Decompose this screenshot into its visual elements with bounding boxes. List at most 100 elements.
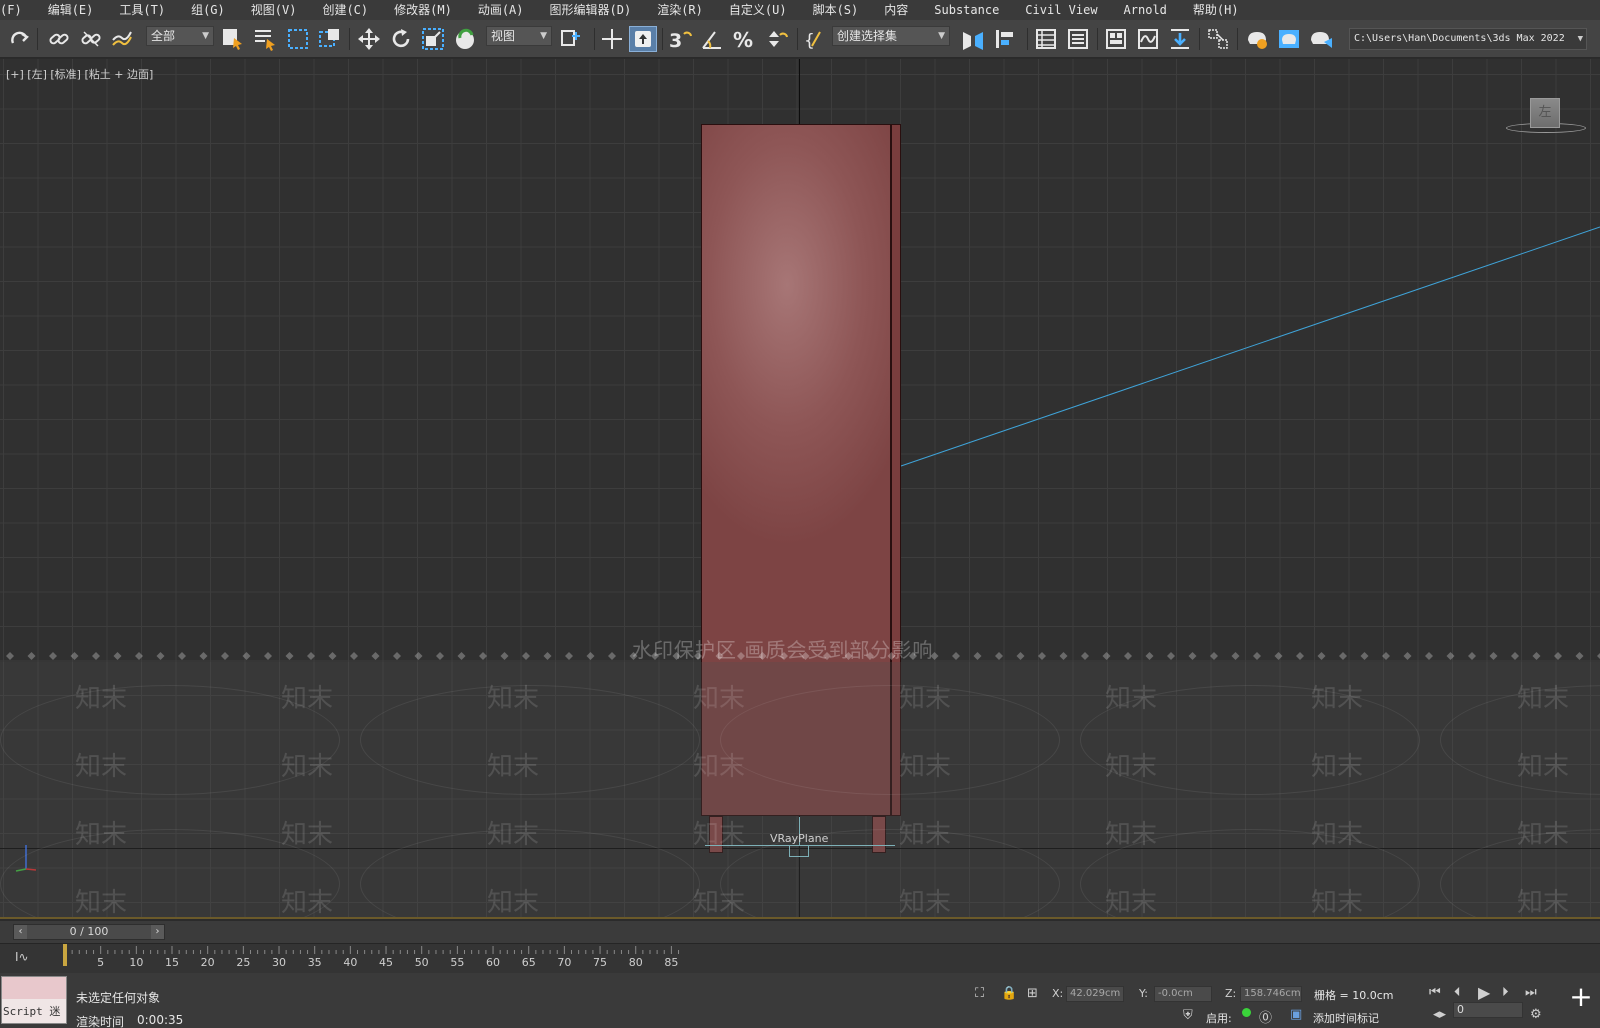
play-icon[interactable]: ▶	[1478, 983, 1490, 1002]
status-bar: Script 迷 未选定任何对象 渲染时间 0:00:35 ⛶ 🔒 ⊞ X: 4…	[0, 973, 1600, 1028]
select-by-name-icon[interactable]	[252, 26, 278, 52]
menu-item[interactable]: 组(G)	[178, 0, 238, 20]
snaps-toggle-icon[interactable]: 3	[667, 26, 693, 52]
toggle-layer-manager-icon[interactable]	[1065, 26, 1091, 52]
scale-icon[interactable]	[420, 26, 446, 52]
watermark-brand: 知末	[693, 820, 746, 850]
rectangular-selection-icon[interactable]	[285, 26, 311, 52]
menu-item[interactable]: Substance	[921, 0, 1012, 20]
spinner-snap-icon[interactable]	[763, 26, 789, 52]
mirror-icon[interactable]	[960, 26, 986, 52]
menu-item[interactable]: Arnold	[1111, 0, 1180, 20]
ruler-label: 65	[522, 956, 536, 969]
reference-coordinate-dropdown[interactable]: 视图 ▼	[486, 26, 552, 46]
current-frame-field[interactable]: 0	[1453, 1002, 1523, 1018]
select-object-icon[interactable]	[220, 26, 246, 52]
watermark-ellipse	[360, 685, 700, 795]
menu-item[interactable]: 图形编辑器(D)	[537, 0, 645, 20]
watermark-ellipse	[720, 685, 1060, 795]
y-coord-label: Y:	[1139, 987, 1148, 1000]
menu-item[interactable]: 渲染(R)	[644, 0, 716, 20]
named-selection-dropdown[interactable]: 创建选择集 ▼	[832, 26, 950, 46]
time-slider[interactable]: ‹ 0 / 100 ›	[13, 924, 165, 940]
menu-item[interactable]: 编辑(E)	[35, 0, 107, 20]
x-coord-field[interactable]: 42.029cm	[1066, 986, 1124, 1002]
edit-named-selection-icon[interactable]: {	[802, 26, 828, 52]
viewcube[interactable]: 左	[1530, 98, 1560, 128]
render-setup-icon[interactable]	[1244, 26, 1270, 52]
isolate-selection-icon[interactable]: ⛶	[975, 986, 984, 1001]
enabled-toggle-icon[interactable]: ⓪	[1259, 1007, 1272, 1026]
key-mode-icon[interactable]: ◂▸	[1433, 1007, 1446, 1022]
bind-spacewarp-icon[interactable]	[110, 26, 134, 52]
ruler-label: 80	[629, 956, 643, 969]
selection-lock-icon[interactable]: 🔒	[1001, 986, 1017, 1001]
schematic-view-icon[interactable]	[1167, 26, 1193, 52]
layer-explorer-icon[interactable]	[1033, 26, 1059, 52]
move-icon[interactable]	[356, 26, 382, 52]
menu-item[interactable]: 动画(A)	[465, 0, 537, 20]
menu-item[interactable]: 创建(C)	[309, 0, 381, 20]
add-viewport-icon[interactable]: +	[1567, 983, 1595, 1012]
next-frame-icon[interactable]: ⏵	[1502, 985, 1509, 1000]
rotate-icon[interactable]	[388, 26, 414, 52]
ruler-label: 40	[343, 956, 357, 969]
ruler-label: 50	[415, 956, 429, 969]
y-coord-field[interactable]: -0.0cm	[1154, 986, 1212, 1002]
adaptive-degradation-icon[interactable]: ⛨	[1183, 1008, 1193, 1023]
project-path-field[interactable]: C:\Users\Han\Documents\3ds Max 2022 ▼	[1349, 28, 1587, 50]
rendered-frame-window-icon[interactable]	[1276, 26, 1302, 52]
frame-ruler[interactable]: 5 10 15 20 25 30 35 40 45 50 55 60 65 70 75 80 85	[0, 944, 1600, 974]
menu-item[interactable]: 自定义(U)	[716, 0, 800, 20]
redo-icon[interactable]	[8, 26, 32, 52]
menu-item[interactable]: 修改器(M)	[381, 0, 465, 20]
selection-status: 未选定任何对象	[76, 991, 161, 1005]
render-production-icon[interactable]	[1308, 26, 1334, 52]
go-to-start-icon[interactable]: ⏮	[1429, 985, 1441, 1000]
ruler-label: 70	[557, 956, 571, 969]
prev-frame-arrow-icon[interactable]: ‹	[14, 925, 27, 939]
z-coord-field[interactable]: 158.746cm	[1240, 986, 1302, 1002]
percent-snap-icon[interactable]: %	[731, 26, 757, 52]
angle-snap-icon[interactable]	[699, 26, 725, 52]
curve-editor-icon[interactable]	[1135, 26, 1161, 52]
menu-item[interactable]: 视图(V)	[238, 0, 310, 20]
pivot-center-icon[interactable]	[558, 26, 584, 52]
render-time-label: 渲染时间	[76, 1015, 125, 1028]
menu-item[interactable]: 帮助(H)	[1180, 0, 1252, 20]
keyboard-shortcut-override-icon[interactable]	[629, 26, 657, 52]
watermark-brand: 知末	[693, 684, 746, 714]
watermark-ellipse	[1080, 685, 1420, 795]
main-toolbar: 全部 ▼ 视图 ▼ 3 % {创建选择集 ▼ C:\Users\Han\Doc…	[0, 20, 1600, 58]
current-frame-marker[interactable]	[63, 944, 67, 966]
menu-item[interactable]: 工具(T)	[106, 0, 178, 20]
go-to-end-icon[interactable]: ⏭	[1525, 985, 1537, 1000]
viewport-left[interactable]: [+] [左] [标准] [粘土 + 边面] VRayPlane 左 水印保护区…	[0, 59, 1600, 919]
menu-item[interactable]: Civil View	[1012, 0, 1110, 20]
add-time-tag[interactable]: 添加时间标记	[1313, 1010, 1379, 1026]
previous-frame-icon[interactable]: ⏴	[1454, 985, 1461, 1000]
enabled-label: 启用:	[1206, 1012, 1232, 1025]
svg-text:{: {	[804, 31, 815, 51]
track-bar[interactable]: I∿ 5 10 15 20 25 30 35 40 45 50 55 60 65 70 75 80 85	[0, 943, 1600, 973]
next-frame-arrow-icon[interactable]: ›	[151, 925, 164, 939]
maxscript-listener[interactable]: Script 迷	[1, 976, 67, 1024]
time-slider-bar: ‹ 0 / 100 ›	[0, 921, 1600, 943]
unlink-icon[interactable]	[79, 26, 103, 52]
menu-item[interactable]: (F)	[0, 0, 35, 20]
selection-filter-dropdown[interactable]: 全部 ▼	[146, 26, 214, 46]
ruler-label: 35	[308, 956, 322, 969]
enabled-status-dot	[1242, 1008, 1251, 1017]
window-crossing-icon[interactable]	[317, 26, 343, 52]
time-config-icon[interactable]: ⚙	[1530, 1007, 1542, 1022]
place-icon[interactable]	[452, 26, 478, 52]
link-icon[interactable]	[47, 26, 71, 52]
menu-item[interactable]: 内容	[871, 0, 921, 20]
material-editor-icon[interactable]	[1205, 26, 1231, 52]
menu-item[interactable]: 脚本(S)	[800, 0, 872, 20]
toggle-ribbon-icon[interactable]	[1103, 26, 1129, 52]
absolute-transform-icon[interactable]: ⊞	[1027, 986, 1038, 1001]
align-icon[interactable]	[992, 26, 1018, 52]
time-tag-icon[interactable]: ▣	[1290, 1007, 1302, 1022]
select-manipulate-icon[interactable]	[599, 26, 625, 52]
